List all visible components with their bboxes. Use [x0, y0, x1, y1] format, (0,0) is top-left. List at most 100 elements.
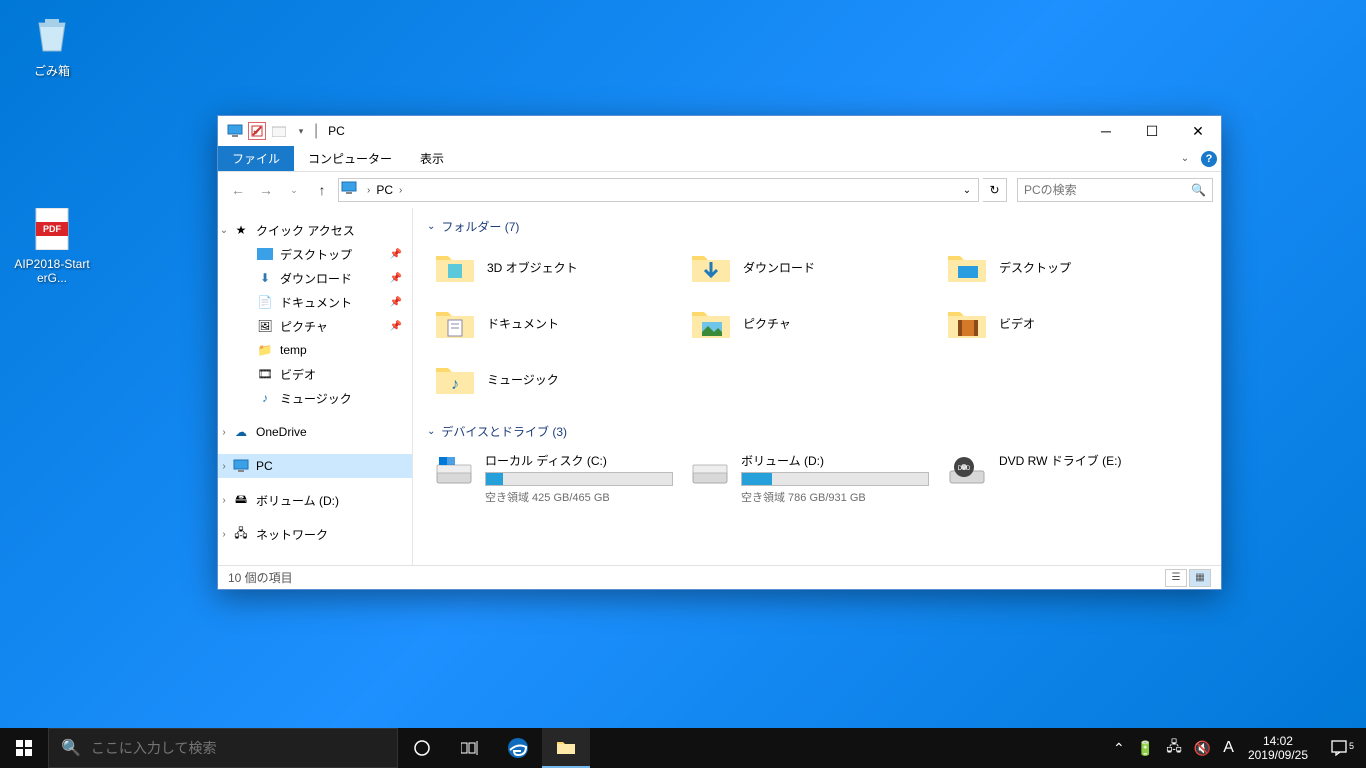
folder-label: ドキュメント [487, 315, 559, 332]
pc-icon [341, 181, 359, 199]
group-folders[interactable]: ⌄フォルダー (7) [427, 218, 1207, 235]
tab-computer[interactable]: コンピューター [294, 146, 406, 171]
status-text: 10 個の項目 [228, 569, 293, 586]
nav-desktop[interactable]: デスクトップ📌 [218, 242, 412, 266]
drive-c[interactable]: ローカル ディスク (C:) 空き領域 425 GB/465 GB [427, 448, 677, 509]
folder-label: ピクチャ [743, 315, 791, 332]
folder-icon [943, 247, 991, 287]
folder-icon [687, 303, 735, 343]
tab-view[interactable]: 表示 [406, 146, 458, 171]
taskbar-search-input[interactable] [91, 740, 385, 756]
navigation-pane: ⌄★クイック アクセス デスクトップ📌 ⬇ダウンロード📌 📄 ドキュメント 📌 🖼ピ… [218, 208, 413, 565]
music-icon: ♪ [256, 389, 274, 407]
tray-overflow-button[interactable]: ⌃ [1107, 740, 1131, 757]
folder-pictures[interactable]: ピクチャ [683, 299, 933, 347]
qat-dropdown-icon[interactable]: ▾ [292, 122, 310, 140]
help-button[interactable]: ? [1197, 146, 1221, 171]
pin-icon: 📌 [390, 273, 402, 284]
nav-volume-d[interactable]: ›🖴ボリューム (D:) [218, 488, 412, 512]
search-input[interactable] [1024, 183, 1191, 197]
drive-d[interactable]: ボリューム (D:) 空き領域 786 GB/931 GB [683, 448, 933, 509]
ribbon-expand-button[interactable]: ⌄ [1173, 146, 1197, 171]
volume-icon[interactable]: 🔇 [1188, 740, 1217, 757]
start-button[interactable] [0, 728, 48, 768]
address-bar[interactable]: › PC › ⌄ [338, 178, 979, 202]
nav-network[interactable]: ›🖧ネットワーク [218, 522, 412, 546]
qat-properties-icon[interactable] [248, 122, 266, 140]
forward-button[interactable]: → [254, 178, 278, 202]
nav-label: PC [256, 459, 273, 473]
desktop-icon-label: ごみ箱 [14, 62, 90, 79]
action-center-button[interactable]: 5 [1316, 739, 1362, 757]
cortana-button[interactable] [398, 728, 446, 768]
folder-label: ビデオ [999, 315, 1035, 332]
folder-icon: ♪ [431, 359, 479, 399]
taskbar-explorer[interactable] [542, 728, 590, 768]
nav-label: デスクトップ [280, 246, 352, 263]
address-dropdown[interactable]: ⌄ [958, 185, 976, 196]
nav-videos[interactable]: 🎞ビデオ [218, 362, 412, 386]
taskbar-search[interactable]: 🔍 [48, 728, 398, 768]
nav-music[interactable]: ♪ ミュージック [218, 386, 412, 410]
drive-icon: 🖴 [232, 491, 250, 509]
qat-pc-icon [226, 122, 244, 140]
close-button[interactable]: ✕ [1175, 116, 1221, 146]
drive-name: ローカル ディスク (C:) [485, 452, 673, 469]
nav-label: ミュージック [280, 390, 352, 407]
nav-temp[interactable]: 📁temp [218, 338, 412, 362]
desktop-icon-recycle-bin[interactable]: ごみ箱 [14, 10, 90, 79]
drive-free: 空き領域 425 GB/465 GB [485, 489, 673, 505]
download-icon: ⬇ [256, 269, 274, 287]
search-icon: 🔍 [1191, 183, 1206, 197]
ime-button[interactable]: A [1217, 739, 1240, 757]
tab-file[interactable]: ファイル [218, 146, 294, 171]
view-icons-button[interactable]: ▦ [1189, 569, 1211, 587]
explorer-window: ▾ | PC ─ ☐ ✕ ファイル コンピューター 表示 ⌄ ? ← → ⌄ ↑… [217, 115, 1222, 590]
breadcrumb-arrow[interactable]: › [397, 185, 404, 196]
nav-quick-access[interactable]: ⌄★クイック アクセス [218, 218, 412, 242]
breadcrumb-root-arrow[interactable]: › [365, 185, 372, 196]
folder-3d-objects[interactable]: 3D オブジェクト [427, 243, 677, 291]
taskbar-edge[interactable] [494, 728, 542, 768]
up-button[interactable]: ↑ [310, 178, 334, 202]
maximize-button[interactable]: ☐ [1129, 116, 1175, 146]
folder-desktop[interactable]: デスクトップ [939, 243, 1189, 291]
folder-documents[interactable]: ドキュメント [427, 299, 677, 347]
recent-locations-button[interactable]: ⌄ [282, 178, 306, 202]
task-view-button[interactable] [446, 728, 494, 768]
group-drives[interactable]: ⌄デバイスとドライブ (3) [427, 423, 1207, 440]
help-icon: ? [1201, 151, 1217, 167]
folder-music[interactable]: ♪ミュージック [427, 355, 677, 403]
nav-pictures[interactable]: 🖼ピクチャ📌 [218, 314, 412, 338]
taskbar-clock[interactable]: 14:02 2019/09/25 [1240, 734, 1316, 763]
folder-label: 3D オブジェクト [487, 259, 578, 276]
pc-icon [232, 457, 250, 475]
navigation-bar: ← → ⌄ ↑ › PC › ⌄ ↻ 🔍 [218, 172, 1221, 208]
network-icon[interactable]: 🖧 [1160, 736, 1188, 760]
drive-free: 空き領域 786 GB/931 GB [741, 489, 929, 505]
notif-badge: 5 [1349, 741, 1354, 751]
drive-e[interactable]: DVD DVD RW ドライブ (E:) [939, 448, 1189, 509]
nav-pc[interactable]: ›PC [218, 454, 412, 478]
titlebar[interactable]: ▾ | PC ─ ☐ ✕ [218, 116, 1221, 146]
qat-newfolder-icon[interactable] [270, 122, 288, 140]
folder-videos[interactable]: ビデオ [939, 299, 1189, 347]
nav-onedrive[interactable]: ›☁OneDrive [218, 420, 412, 444]
nav-downloads[interactable]: ⬇ダウンロード📌 [218, 266, 412, 290]
minimize-button[interactable]: ─ [1083, 116, 1129, 146]
desktop-icon-pdf[interactable]: PDF AIP2018-StarterG... [14, 205, 90, 285]
nav-label: ドキュメント [280, 294, 352, 311]
refresh-button[interactable]: ↻ [983, 178, 1007, 202]
search-icon: 🔍 [61, 738, 81, 758]
back-button[interactable]: ← [226, 178, 250, 202]
window-title: PC [328, 124, 345, 138]
battery-icon[interactable]: 🔋 [1131, 740, 1160, 757]
nav-documents[interactable]: 📄ドキュメント📌 [218, 290, 412, 314]
breadcrumb-pc[interactable]: PC [372, 183, 397, 197]
document-icon: 📄 [256, 293, 274, 311]
view-details-button[interactable]: ☰ [1165, 569, 1187, 587]
folder-downloads[interactable]: ダウンロード [683, 243, 933, 291]
search-box[interactable]: 🔍 [1017, 178, 1213, 202]
clock-time: 14:02 [1248, 734, 1308, 748]
drive-bar [741, 472, 929, 486]
